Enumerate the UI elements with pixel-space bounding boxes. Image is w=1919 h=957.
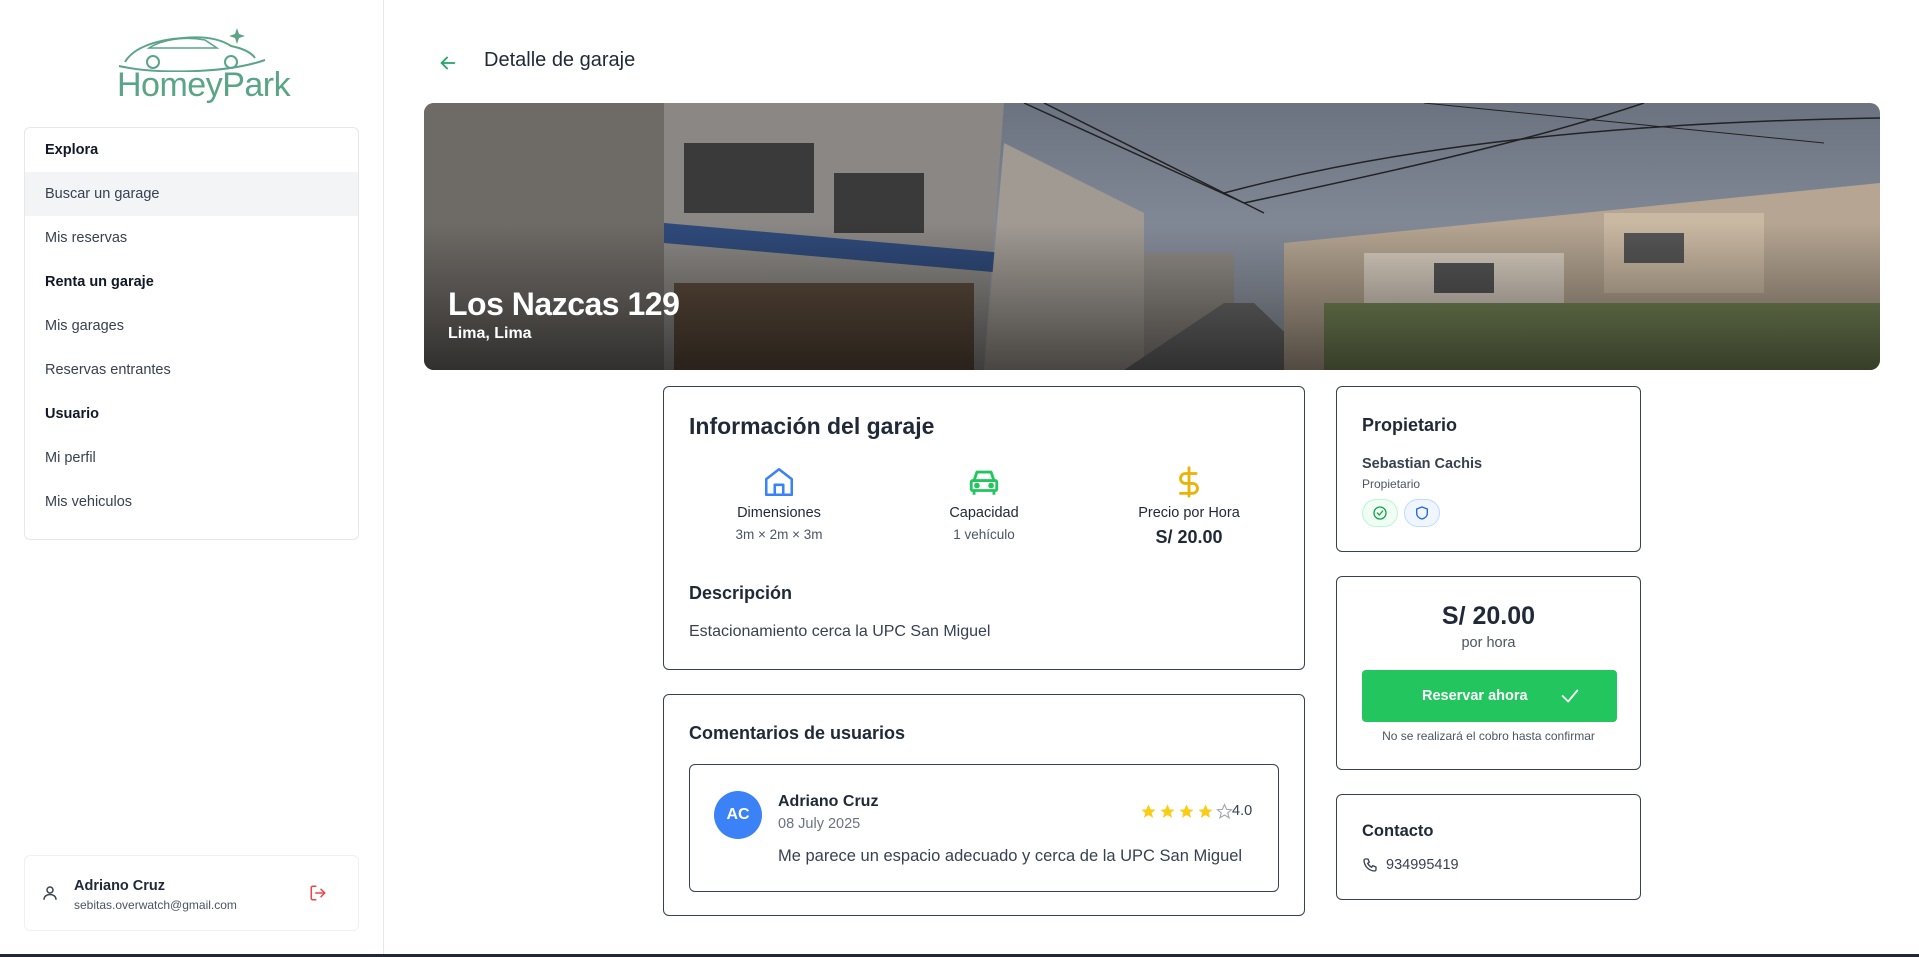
garage-hero-image: Los Nazcas 129 Lima, Lima <box>424 103 1880 370</box>
owner-role: Propietario <box>1362 477 1421 491</box>
comments-title: Comentarios de usuarios <box>689 723 906 743</box>
sidebar-item-mis-garages[interactable]: Mis garages <box>25 304 358 348</box>
back-arrow-icon[interactable] <box>437 52 459 74</box>
avatar: AC <box>714 791 762 839</box>
description-title: Descripción <box>689 583 793 603</box>
rating-value: 4.0 <box>1232 803 1253 819</box>
shield-icon <box>1416 506 1428 520</box>
street-photo <box>424 103 1880 370</box>
feature-price: Precio por Hora S/ 20.00 <box>1094 465 1284 548</box>
comments-card: Comentarios de usuarios AC Adriano Cruz … <box>663 694 1305 916</box>
description-text: Estacionamiento cerca la UPC San Miguel <box>689 623 991 640</box>
sidebar: HomeyPark Explora Buscar un garage Mis r… <box>0 0 384 957</box>
car-icon <box>969 470 999 495</box>
sidebar-item-mis-vehiculos[interactable]: Mis vehiculos <box>25 480 358 524</box>
check-circle-icon <box>1373 506 1387 520</box>
nav-section-usuario: Usuario <box>45 406 99 422</box>
price-note: No se realizará el cobro hasta confirmar <box>1382 729 1595 743</box>
owner-title: Propietario <box>1362 415 1458 435</box>
nav-section-explora: Explora <box>45 142 99 158</box>
house-icon <box>764 467 794 497</box>
feature-label: Capacidad <box>949 505 1019 521</box>
price-unit: por hora <box>1461 635 1516 651</box>
feature-value: 1 vehículo <box>953 527 1015 542</box>
price-value: S/ 20.00 <box>1441 602 1536 630</box>
feature-price-value: S/ 20.00 <box>1155 527 1223 547</box>
comment-text: Me parece un espacio adecuado y cerca de… <box>778 847 1243 865</box>
verified-badge <box>1362 499 1398 527</box>
reserve-button[interactable]: Reservar ahora <box>1362 670 1617 722</box>
logout-icon[interactable] <box>309 884 327 902</box>
phone-icon <box>1363 858 1377 872</box>
sidebar-item-reservas-entrantes[interactable]: Reservas entrantes <box>25 348 358 392</box>
reserve-button-label: Reservar ahora <box>1422 688 1528 704</box>
car-logo-icon <box>118 28 266 72</box>
pricing-card: S/ 20.00 por hora Reservar ahora No se r… <box>1336 576 1641 770</box>
comment-date: 08 July 2025 <box>778 816 861 832</box>
feature-capacity: Capacidad 1 vehículo <box>889 465 1079 542</box>
feature-dimensions: Dimensiones 3m × 2m × 3m <box>684 465 874 542</box>
star-empty-icon <box>1216 803 1233 820</box>
star-filled-icon <box>1179 804 1194 818</box>
feature-label: Dimensiones <box>737 505 821 521</box>
comment-author: Adriano Cruz <box>778 793 879 810</box>
sidebar-item-mi-perfil[interactable]: Mi perfil <box>25 436 358 480</box>
user-icon <box>43 886 57 900</box>
page-title: Detalle de garaje <box>484 49 636 71</box>
logo-text: HomeyPark <box>117 66 291 104</box>
trusted-badge <box>1404 499 1440 527</box>
comment-item: AC Adriano Cruz 08 July 2025 4.0 Me pare… <box>689 764 1279 892</box>
sidebar-item-mis-reservas[interactable]: Mis reservas <box>25 216 358 260</box>
user-card: Adriano Cruz sebitas.overwatch@gmail.com <box>24 855 359 931</box>
garage-info-card: Información del garaje Dimensiones 3m × … <box>663 386 1305 670</box>
owner-name: Sebastian Cachis <box>1362 456 1483 472</box>
user-name: Adriano Cruz <box>74 878 166 894</box>
sidebar-item-buscar-garage[interactable]: Buscar un garage <box>25 172 358 216</box>
contact-phone[interactable]: 934995419 <box>1386 857 1459 873</box>
contact-card: Contacto 934995419 <box>1336 794 1641 900</box>
garage-title: Los Nazcas 129 <box>448 286 680 322</box>
star-filled-icon <box>1141 804 1156 818</box>
nav-section-renta: Renta un garaje <box>45 274 154 290</box>
info-title: Información del garaje <box>689 413 935 439</box>
sidebar-nav: Explora Buscar un garage Mis reservas Re… <box>24 127 359 540</box>
contact-title: Contacto <box>1362 822 1434 840</box>
logo[interactable]: HomeyPark <box>105 22 291 106</box>
feature-value: 3m × 2m × 3m <box>735 527 823 542</box>
rating-stars <box>1140 803 1233 820</box>
star-filled-icon <box>1198 804 1213 818</box>
star-filled-icon <box>1160 804 1175 818</box>
dollar-icon <box>1179 466 1199 498</box>
user-email: sebitas.overwatch@gmail.com <box>74 898 237 912</box>
owner-card: Propietario Sebastian Cachis Propietario <box>1336 386 1641 552</box>
feature-label: Precio por Hora <box>1138 505 1240 521</box>
garage-location: Lima, Lima <box>448 325 532 342</box>
check-icon <box>1561 689 1579 703</box>
